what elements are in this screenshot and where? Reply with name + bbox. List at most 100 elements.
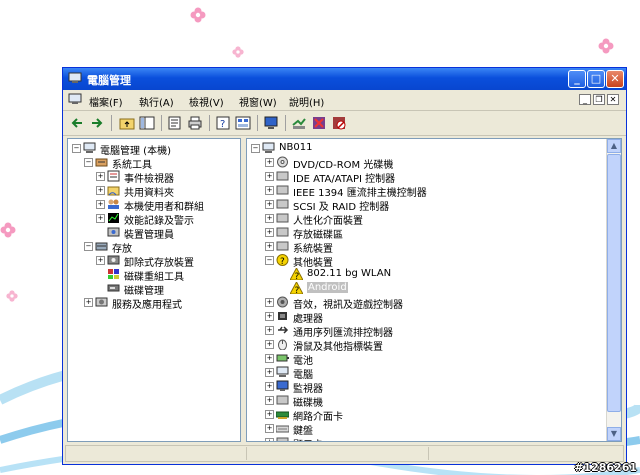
expand-button[interactable]: + [96, 172, 105, 181]
svg-text:?: ? [295, 272, 300, 280]
processor-icon [278, 312, 287, 320]
tree-item-label: 電池 [293, 356, 313, 367]
expand-button[interactable]: + [265, 368, 274, 377]
expand-button[interactable]: + [96, 186, 105, 195]
scrollbar-thumb[interactable] [607, 154, 621, 412]
expand-button[interactable]: + [84, 298, 93, 307]
expand-button[interactable]: + [96, 214, 105, 223]
expand-button[interactable]: + [265, 158, 274, 167]
tree-item-label: 音效，視訊及遊戲控制器 [293, 300, 403, 311]
tree-item-label: 電腦 [293, 370, 313, 381]
expand-button[interactable]: + [265, 424, 274, 433]
expand-button[interactable]: + [265, 438, 274, 441]
menu-view[interactable]: 檢視(V) [189, 94, 224, 109]
maximize-button[interactable]: □ [587, 70, 605, 88]
unknown-device-icon: ? [276, 254, 289, 266]
tree-item-label: DVD/CD-ROM 光碟機 [293, 160, 394, 171]
expand-button[interactable]: + [265, 200, 274, 209]
minimize-button[interactable]: _ [568, 70, 586, 88]
performance-icon [108, 213, 119, 223]
scroll-up-button[interactable]: ▲ [607, 139, 621, 153]
svg-text:?: ? [280, 257, 285, 266]
tree-item-label: NB011 [279, 142, 313, 153]
expand-button[interactable]: + [265, 312, 274, 321]
disable-icon[interactable] [331, 115, 347, 131]
expand-button[interactable]: + [265, 186, 274, 195]
toolbar-separator [111, 115, 112, 131]
toolbar-separator [161, 115, 162, 131]
child-restore-button[interactable]: ❐ [593, 94, 605, 105]
storage-icon [95, 242, 108, 251]
up-folder-icon[interactable] [119, 115, 135, 131]
expand-button[interactable]: + [265, 172, 274, 181]
menu-window[interactable]: 視窗(W) [239, 94, 277, 109]
collapse-button[interactable]: − [84, 242, 93, 251]
pink-flower-icon [6, 290, 18, 302]
collapse-button[interactable]: − [265, 256, 274, 265]
menu-file[interactable]: 檔案(F) [89, 94, 123, 109]
console-tree-pane[interactable]: − 電腦管理 (本機) − 系統工具 + 事件檢視器 + 共用資料夾 + 本機使用者和群組 + 效能記… [67, 138, 241, 442]
ieee1394-icon [276, 185, 289, 195]
device-tree-pane[interactable]: − NB011 + DVD/CD-ROM 光碟機 + IDE ATA/ATAPI 控制器 +… [246, 138, 622, 442]
scsi-icon [276, 199, 289, 209]
expand-button[interactable]: + [96, 200, 105, 209]
collapse-button[interactable]: − [84, 158, 93, 167]
svg-text:?: ? [220, 119, 225, 130]
vertical-scrollbar[interactable]: ▲ ▼ [606, 139, 621, 441]
pink-flower-icon [598, 38, 614, 54]
collapse-button[interactable]: − [251, 144, 260, 153]
toolbar-separator [209, 115, 210, 131]
scroll-down-button[interactable]: ▼ [607, 427, 621, 441]
child-close-button[interactable]: ✕ [607, 94, 619, 105]
help-icon[interactable]: ? [215, 115, 231, 131]
computer-management-icon [68, 72, 82, 83]
close-button[interactable]: ✕ [606, 70, 624, 88]
tree-item-label: 滑鼠及其他指標裝置 [293, 342, 383, 353]
expand-button[interactable]: + [265, 340, 274, 349]
tree-item-label: 網路介面卡 [293, 412, 343, 423]
show-hide-tree-icon[interactable] [139, 115, 155, 131]
monitor-icon[interactable] [263, 115, 279, 131]
tree-item-label: Android [307, 282, 348, 293]
title-bar[interactable]: 電腦管理 _ □ ✕ [63, 68, 626, 90]
tree-item-label: 存放 [112, 244, 132, 255]
back-arrow-icon[interactable] [69, 115, 85, 131]
expand-button[interactable]: + [265, 354, 274, 363]
monitor-icon [276, 380, 289, 391]
expand-button[interactable]: + [265, 410, 274, 419]
expand-button[interactable]: + [265, 298, 274, 307]
users-icon [108, 199, 119, 209]
console-view-icon[interactable] [235, 115, 251, 131]
computer-icon [262, 142, 275, 153]
scan-hardware-icon[interactable] [291, 115, 307, 131]
collapse-button[interactable]: − [72, 144, 81, 153]
tree-item-label: 磁碟重組工具 [124, 272, 184, 283]
uninstall-icon[interactable] [311, 115, 327, 131]
tree-item-label: 效能記錄及警示 [124, 216, 194, 227]
tree-item-label: 電腦管理 (本機) [100, 146, 171, 157]
expand-button[interactable]: + [265, 396, 274, 405]
expand-button[interactable]: + [265, 214, 274, 223]
expand-button[interactable]: + [96, 256, 105, 265]
event-viewer-icon [107, 170, 120, 182]
expand-button[interactable]: + [265, 242, 274, 251]
properties-icon[interactable] [167, 115, 183, 131]
expand-button[interactable]: + [265, 382, 274, 391]
system-device-icon [276, 241, 289, 251]
print-icon[interactable] [187, 115, 203, 131]
status-bar [65, 445, 624, 462]
expand-button[interactable]: + [265, 228, 274, 237]
forward-arrow-icon[interactable] [89, 115, 105, 131]
tree-item-label: 802.11 bg WLAN [307, 268, 392, 279]
svg-text:?: ? [295, 286, 300, 294]
tools-icon [95, 158, 108, 167]
removable-storage-icon [107, 255, 120, 265]
menu-action[interactable]: 執行(A) [139, 94, 174, 109]
expand-button[interactable]: + [265, 326, 274, 335]
child-minimize-button[interactable]: _ [579, 94, 591, 105]
window-title: 電腦管理 [87, 74, 131, 87]
menu-help[interactable]: 說明(H) [289, 94, 324, 109]
tree-item-label: 系統裝置 [293, 244, 333, 255]
tree-item-label: 裝置管理員 [124, 230, 174, 241]
ide-controller-icon [276, 171, 289, 181]
